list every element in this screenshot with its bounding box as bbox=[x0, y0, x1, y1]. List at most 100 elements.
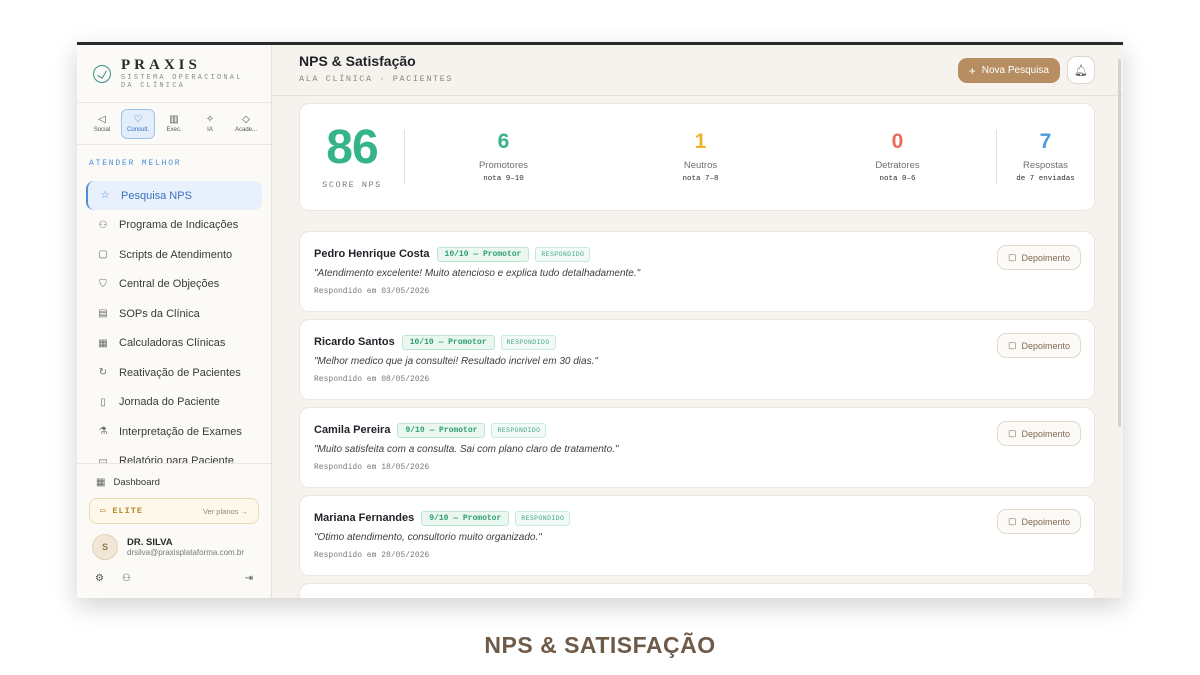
slide-caption: NPS & SATISFAÇÃO bbox=[484, 632, 716, 658]
score-badge: 9/10 — Promotor bbox=[421, 510, 510, 526]
response-card: Camila Pereira 9/10 — Promotor RESPONDID… bbox=[299, 407, 1095, 488]
plan-name: ELITE bbox=[112, 506, 143, 516]
response-header: Pedro Henrique Costa 10/10 — Promotor RE… bbox=[314, 246, 1080, 262]
user-profile[interactable]: S DR. SILVA drsilva@praxisplataforma.com… bbox=[89, 532, 259, 562]
patient-name: Camila Pereira bbox=[314, 424, 391, 436]
sidebar-item-sops-clinica[interactable]: ▤ SOPs da Clínica bbox=[86, 299, 262, 328]
dashboard-label: Dashboard bbox=[113, 476, 160, 488]
testimonial-label: Depoimento bbox=[1021, 516, 1070, 527]
sidebar-item-jornada-paciente[interactable]: ▯ Jornada do Paciente bbox=[86, 388, 262, 417]
sidebar-item-label: Interpretação de Exames bbox=[119, 425, 242, 438]
plan-card[interactable]: ▭ ELITE Ver planos → bbox=[89, 498, 259, 524]
message-square-icon: ▢ bbox=[98, 249, 108, 260]
testimonial-button[interactable]: ▢ Depoimento bbox=[996, 333, 1081, 358]
testimonial-label: Depoimento bbox=[1021, 252, 1070, 263]
message-icon: ▢ bbox=[1007, 340, 1017, 350]
map-icon: ▯ bbox=[100, 396, 106, 408]
response-card bbox=[299, 583, 1095, 598]
nps-score-label: SCORE NPS bbox=[322, 180, 382, 190]
module-tab-social[interactable]: ◁ Social bbox=[85, 109, 119, 139]
new-survey-button[interactable]: + Nova Pesquisa bbox=[957, 58, 1060, 83]
sidebar-item-scripts-atendimento[interactable]: ▢ Scripts de Atendimento bbox=[86, 240, 262, 269]
stat-respostas: 7 Respostas de 7 enviadas bbox=[997, 130, 1094, 184]
message-icon: ▢ bbox=[1007, 516, 1017, 526]
patient-name: Mariana Fernandes bbox=[314, 512, 415, 524]
module-tab-label: Consult. bbox=[126, 127, 149, 133]
stat-range: nota 7–8 bbox=[682, 175, 719, 183]
main-content: NPS & Satisfação ALA CLÍNICA · PACIENTES… bbox=[272, 45, 1123, 598]
sidebar-item-pesquisa-nps[interactable]: ☆ Pesquisa NPS bbox=[86, 181, 262, 210]
settings-icon[interactable]: ⚙ bbox=[95, 573, 104, 584]
stat-label: Respostas bbox=[1023, 160, 1068, 171]
testimonial-button[interactable]: ▢ Depoimento bbox=[996, 245, 1081, 270]
scrollbar[interactable] bbox=[1118, 59, 1121, 427]
refresh-icon: ↻ bbox=[98, 367, 108, 378]
sidebar-item-calculadoras-clinicas[interactable]: ▦ Calculadoras Clínicas bbox=[86, 329, 262, 358]
stat-label: Neutros bbox=[683, 160, 718, 171]
dashboard-link[interactable]: ▦ Dashboard bbox=[96, 472, 259, 492]
status-badge: RESPONDIDO bbox=[500, 334, 556, 350]
response-card: Ricardo Santos 10/10 — Promotor RESPONDI… bbox=[299, 319, 1095, 400]
response-quote: "Melhor medico que ja consultei! Resulta… bbox=[314, 356, 598, 367]
response-header: Mariana Fernandes 9/10 — Promotor RESPON… bbox=[314, 510, 1080, 526]
users-icon[interactable]: ⚇ bbox=[122, 573, 131, 584]
star-icon: ☆ bbox=[100, 190, 110, 201]
response-date: Respondido em 03/05/2026 bbox=[314, 287, 430, 296]
stat-label: Promotores bbox=[478, 160, 529, 171]
sidebar-item-interpretacao-exames[interactable]: ⚗ Interpretação de Exames bbox=[86, 417, 262, 446]
sidebar-item-programa-indicacoes[interactable]: ⚇ Programa de Indicações bbox=[86, 211, 262, 240]
patient-name: Pedro Henrique Costa bbox=[314, 248, 430, 260]
stat-range: de 7 enviadas bbox=[1016, 175, 1075, 183]
module-tabs: ◁ Social ♡ Consult. ▥ Exec. ✧ IA ◇ Acade… bbox=[77, 103, 271, 145]
megaphone-icon: ◁ bbox=[98, 114, 106, 125]
stethoscope-icon: ♡ bbox=[133, 114, 143, 125]
message-icon: ▢ bbox=[1007, 428, 1017, 438]
response-header: Ricardo Santos 10/10 — Promotor RESPONDI… bbox=[314, 334, 1080, 350]
response-date: Respondido em 28/05/2026 bbox=[314, 551, 430, 560]
flask-icon: ⚗ bbox=[98, 426, 108, 437]
message-icon: ▢ bbox=[1007, 252, 1017, 262]
testimonial-button[interactable]: ▢ Depoimento bbox=[996, 509, 1081, 534]
user-email: drsilva@praxisplataforma.com.br bbox=[127, 548, 245, 557]
testimonial-button[interactable]: ▢ Depoimento bbox=[996, 421, 1081, 446]
logout-icon[interactable]: ⇥ bbox=[245, 573, 253, 584]
page-header: NPS & Satisfação ALA CLÍNICA · PACIENTES… bbox=[272, 45, 1123, 96]
praxis-logo-icon bbox=[93, 64, 111, 83]
status-badge: RESPONDIDO bbox=[491, 422, 547, 438]
module-tab-academy[interactable]: ◇ Acade... bbox=[229, 109, 263, 139]
calculator-icon: ▦ bbox=[98, 337, 108, 349]
stat-range: nota 9–10 bbox=[483, 175, 524, 183]
module-tab-exec[interactable]: ▥ Exec. bbox=[157, 109, 191, 139]
app-window: PRAXIS SISTEMA OPERACIONAL DA CLÍNICA ◁ … bbox=[77, 42, 1123, 598]
notifications-button[interactable]: 🔔︎ bbox=[1067, 56, 1095, 84]
nps-score: 86 SCORE NPS bbox=[300, 124, 404, 191]
sidebar-item-reativacao-pacientes[interactable]: ↻ Reativação de Pacientes bbox=[86, 358, 262, 387]
stat-value: 6 bbox=[497, 130, 510, 153]
bar-chart-icon: ▥ bbox=[169, 114, 179, 125]
avatar: S bbox=[92, 534, 118, 560]
brand: PRAXIS SISTEMA OPERACIONAL DA CLÍNICA bbox=[77, 45, 271, 103]
response-card: Pedro Henrique Costa 10/10 — Promotor RE… bbox=[299, 231, 1095, 312]
module-tab-label: Social bbox=[93, 127, 111, 133]
module-tab-consult[interactable]: ♡ Consult. bbox=[121, 108, 155, 139]
stat-neutros: 1 Neutros nota 7–8 bbox=[602, 130, 799, 184]
sidebar-item-label: Pesquisa NPS bbox=[121, 189, 192, 202]
sidebar-item-label: Scripts de Atendimento bbox=[119, 248, 233, 261]
stat-value: 7 bbox=[1039, 130, 1052, 153]
response-header: Camila Pereira 9/10 — Promotor RESPONDID… bbox=[314, 422, 1080, 438]
sidebar-menu: ☆ Pesquisa NPS ⚇ Programa de Indicações … bbox=[77, 181, 271, 476]
brand-subtitle: SISTEMA OPERACIONAL DA CLÍNICA bbox=[121, 74, 243, 90]
sidebar: PRAXIS SISTEMA OPERACIONAL DA CLÍNICA ◁ … bbox=[77, 45, 272, 598]
graduation-cap-icon: ◇ bbox=[242, 114, 250, 125]
sparkles-icon: ✧ bbox=[205, 114, 215, 125]
stat-value: 1 bbox=[694, 130, 707, 153]
module-tab-ia[interactable]: ✧ IA bbox=[193, 109, 227, 139]
sidebar-item-central-objecoes[interactable]: ⛉ Central de Objeções bbox=[86, 270, 262, 299]
response-quote: "Atendimento excelente! Muito atencioso … bbox=[314, 268, 641, 279]
response-quote: "Otimo atendimento, consultorio muito or… bbox=[314, 532, 542, 543]
patient-name: Ricardo Santos bbox=[314, 336, 395, 348]
sidebar-item-label: Reativação de Pacientes bbox=[119, 366, 241, 379]
sidebar-item-label: SOPs da Clínica bbox=[119, 307, 200, 320]
shield-icon: ⛉ bbox=[99, 278, 107, 290]
view-plans-link[interactable]: Ver planos → bbox=[203, 507, 248, 516]
